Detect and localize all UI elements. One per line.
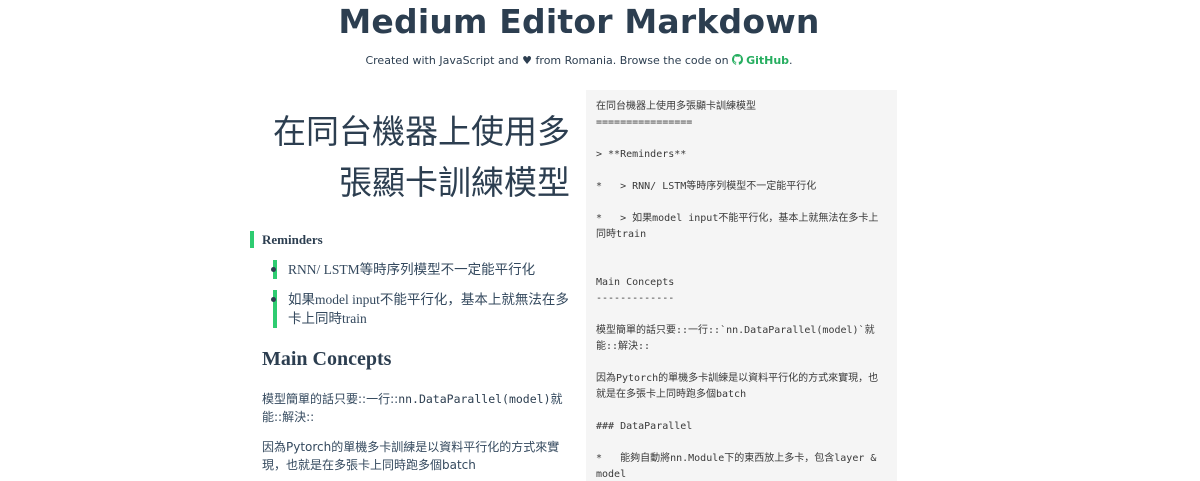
- heart-icon: ♥: [522, 54, 533, 67]
- reminders-quote: Reminders: [250, 231, 580, 248]
- list-item-text: 如果model input不能平行化，基本上就無法在多卡上同時train: [288, 292, 569, 326]
- bullet-icon: [271, 297, 276, 302]
- reminders-list: RNN/ LSTM等時序列模型不一定能平行化 如果model input不能平行…: [271, 260, 573, 339]
- markdown-editor[interactable]: 在同台機器上使用多張顯卡訓練模型 ================ > **Re…: [586, 90, 897, 481]
- list-item: RNN/ LSTM等時序列模型不一定能平行化: [271, 260, 573, 279]
- list-item: 如果model input不能平行化，基本上就無法在多卡上同時train: [271, 290, 573, 328]
- markdown-source[interactable]: 在同台機器上使用多張顯卡訓練模型 ================ > **Re…: [586, 90, 897, 481]
- para1-prefix: 模型簡單的話只要::一行::: [262, 392, 399, 406]
- subtitle-middle: from Romania. Browse the code on: [535, 54, 729, 67]
- subtitle-prefix: Created with JavaScript and: [365, 54, 519, 67]
- site-title: Medium Editor Markdown: [338, 2, 820, 41]
- github-link[interactable]: GitHub: [732, 54, 789, 67]
- inline-code: nn.DataParallel(model): [398, 392, 551, 406]
- preview-pane[interactable]: 在同台機器上使用多張顯卡訓練模型 Reminders RNN/ LSTM等時序列…: [250, 100, 580, 481]
- github-link-label: GitHub: [746, 54, 790, 67]
- subtitle: Created with JavaScript and ♥ from Roman…: [0, 54, 1158, 67]
- paragraph: 模型簡單的話只要::一行::nn.DataParallel(model)就能::…: [262, 390, 572, 426]
- preview-title: 在同台機器上使用多張顯卡訓練模型: [273, 112, 570, 202]
- paragraph: 因為Pytorch的單機多卡訓練是以資料平行化的方式來實現，也就是在多張卡上同時…: [262, 440, 560, 472]
- bullet-icon: [271, 267, 276, 272]
- github-icon: [732, 54, 744, 65]
- subtitle-suffix: .: [789, 54, 793, 67]
- section-heading: Main Concepts: [262, 348, 392, 370]
- list-item-text: RNN/ LSTM等時序列模型不一定能平行化: [288, 262, 536, 277]
